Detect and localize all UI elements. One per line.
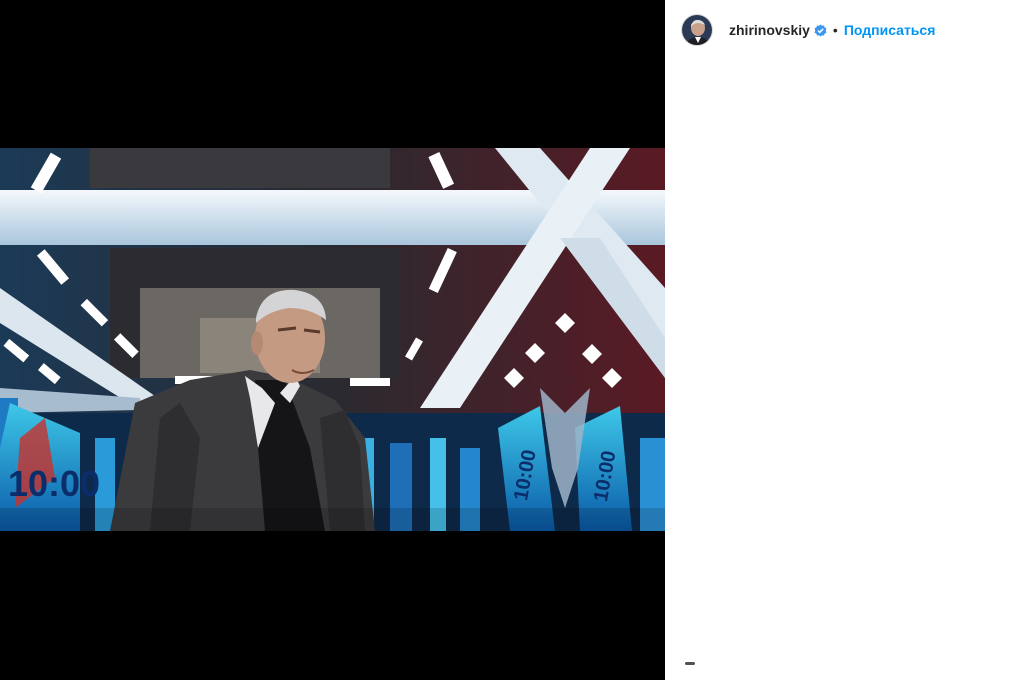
- follow-button[interactable]: Подписаться: [844, 22, 936, 38]
- verified-badge-icon: [814, 24, 827, 37]
- post-photo[interactable]: 10:00 10:00 10:00: [0, 148, 665, 531]
- post-viewer: 10:00 10:00 10:00 zhirinovskiy • Подписа…: [0, 0, 1020, 680]
- post-header: zhirinovskiy • Подписаться: [665, 0, 1020, 60]
- profile-avatar[interactable]: [681, 14, 713, 46]
- side-pane: zhirinovskiy • Подписаться: [665, 0, 1020, 680]
- media-pane: 10:00 10:00 10:00: [0, 0, 665, 680]
- screen-clock-left: 10:00: [8, 463, 100, 504]
- scroll-indicator: [685, 662, 695, 665]
- username-link[interactable]: zhirinovskiy: [729, 22, 810, 38]
- separator-dot: •: [832, 22, 838, 38]
